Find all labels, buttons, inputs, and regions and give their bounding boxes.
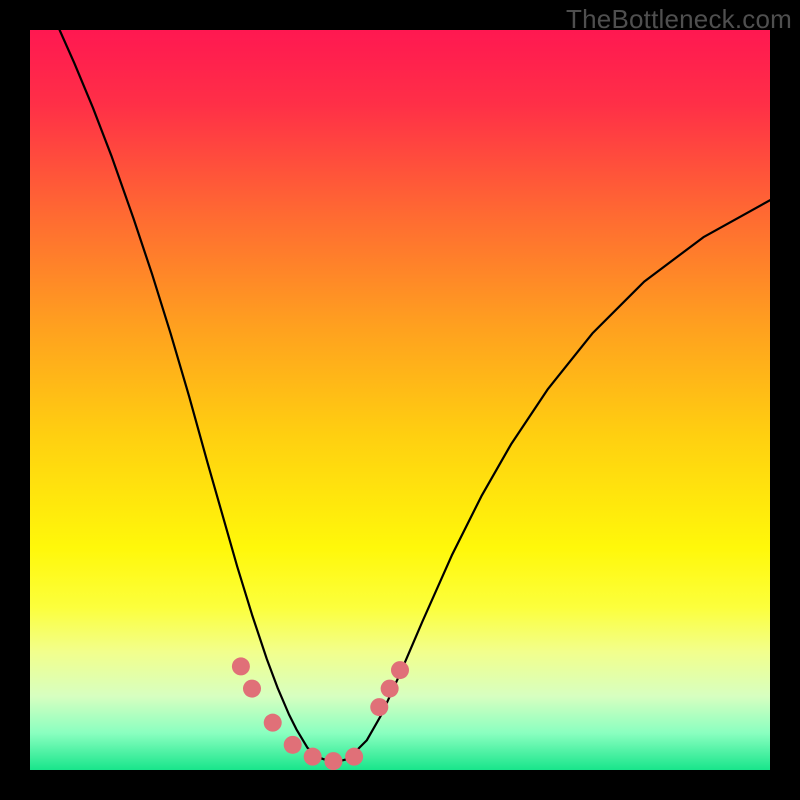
pink-dots-left-marker — [345, 748, 363, 766]
pink-dots-left-marker — [324, 752, 342, 770]
pink-dots-right-marker — [381, 680, 399, 698]
watermark-label: TheBottleneck.com — [566, 4, 792, 35]
chart-frame: TheBottleneck.com — [0, 0, 800, 800]
plot-area — [30, 30, 770, 770]
pink-dots-left-marker — [284, 736, 302, 754]
bottleneck-curve — [60, 30, 770, 763]
pink-dots-right-marker — [370, 698, 388, 716]
pink-dots-left-marker — [264, 714, 282, 732]
pink-dots-left-marker — [243, 680, 261, 698]
curve-overlay — [30, 30, 770, 770]
pink-dots-left-marker — [304, 748, 322, 766]
pink-dots-left-marker — [232, 657, 250, 675]
pink-dots-right-marker — [391, 661, 409, 679]
